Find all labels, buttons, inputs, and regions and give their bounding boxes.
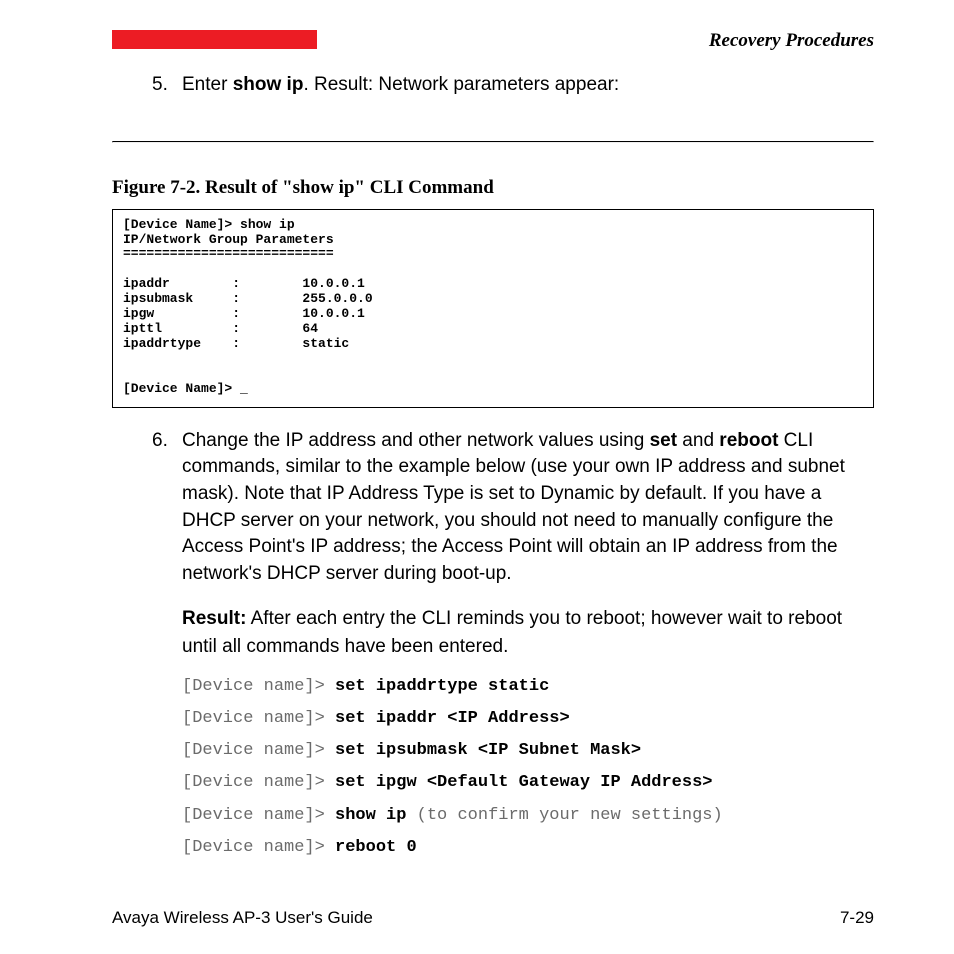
cli-param-ipttl: ipttl : 64	[123, 321, 318, 336]
cmd-prompt-5: [Device name]>	[182, 806, 335, 825]
footer-doc-title: Avaya Wireless AP-3 User's Guide	[112, 908, 373, 928]
cli-output-box: [Device Name]> show ip IP/Network Group …	[112, 209, 874, 408]
cmd-prompt-2: [Device name]>	[182, 709, 335, 728]
step-6-number: 6.	[152, 428, 182, 588]
step-5: 5. Enter show ip. Result: Network parame…	[152, 72, 874, 99]
cli-line-1: [Device Name]> show ip	[123, 217, 295, 232]
cli-line-2: IP/Network Group Parameters	[123, 232, 334, 247]
cmd-5-suffix: (to confirm your new settings)	[406, 806, 722, 825]
page-footer: Avaya Wireless AP-3 User's Guide 7-29	[112, 908, 874, 928]
result-label: Result:	[182, 608, 246, 629]
cli-line-3: ===========================	[123, 246, 334, 261]
divider-above-figure	[112, 141, 874, 143]
cmd-row-2: [Device name]> set ipaddr <IP Address>	[182, 703, 874, 735]
step-5-suffix: . Result: Network parameters appear:	[303, 74, 619, 95]
cmd-1: set ipaddrtype static	[335, 677, 549, 696]
cmd-prompt-4: [Device name]>	[182, 773, 335, 792]
step-6-bold-set: set	[650, 430, 677, 451]
step-5-number: 5.	[152, 72, 182, 99]
header-section-title: Recovery Procedures	[709, 30, 874, 52]
cli-prompt-end: [Device Name]> _	[123, 381, 248, 396]
step-5-command: show ip	[233, 74, 304, 95]
cmd-4: set ipgw <Default Gateway IP Address>	[335, 773, 712, 792]
step-6: 6. Change the IP address and other netwo…	[152, 428, 874, 588]
step-6-seg2: and	[677, 430, 719, 451]
page-header: Recovery Procedures	[112, 30, 874, 52]
step-6-body: Change the IP address and other network …	[182, 428, 874, 588]
cmd-2: set ipaddr <IP Address>	[335, 709, 570, 728]
cmd-3: set ipsubmask <IP Subnet Mask>	[335, 741, 641, 760]
cmd-6: reboot 0	[335, 838, 417, 857]
header-accent-block	[112, 30, 317, 49]
cmd-row-5: [Device name]> show ip (to confirm your …	[182, 800, 874, 832]
result-block: Result: After each entry the CLI reminds…	[182, 605, 874, 660]
step-6-bold-reboot: reboot	[719, 430, 778, 451]
figure-caption: Figure 7-2. Result of "show ip" CLI Comm…	[112, 177, 874, 199]
step-6-seg3: CLI commands, similar to the example bel…	[182, 430, 845, 584]
cmd-row-3: [Device name]> set ipsubmask <IP Subnet …	[182, 735, 874, 767]
step-5-prefix: Enter	[182, 74, 233, 95]
cli-param-ipgw: ipgw : 10.0.0.1	[123, 306, 365, 321]
command-list: [Device name]> set ipaddrtype static [De…	[182, 671, 874, 865]
cmd-prompt-1: [Device name]>	[182, 677, 335, 696]
cmd-row-1: [Device name]> set ipaddrtype static	[182, 671, 874, 703]
step-6-seg1: Change the IP address and other network …	[182, 430, 650, 451]
cmd-5: show ip	[335, 806, 406, 825]
cli-param-ipsubmask: ipsubmask : 255.0.0.0	[123, 291, 373, 306]
footer-page-number: 7-29	[840, 908, 874, 928]
document-page: Recovery Procedures 5. Enter show ip. Re…	[0, 0, 954, 954]
step-5-body: Enter show ip. Result: Network parameter…	[182, 72, 874, 99]
cli-param-ipaddrtype: ipaddrtype : static	[123, 336, 349, 351]
cmd-row-4: [Device name]> set ipgw <Default Gateway…	[182, 767, 874, 799]
cmd-prompt-6: [Device name]>	[182, 838, 335, 857]
cmd-prompt-3: [Device name]>	[182, 741, 335, 760]
result-text: After each entry the CLI reminds you to …	[182, 608, 842, 657]
cmd-row-6: [Device name]> reboot 0	[182, 832, 874, 864]
cli-param-ipaddr: ipaddr : 10.0.0.1	[123, 276, 365, 291]
